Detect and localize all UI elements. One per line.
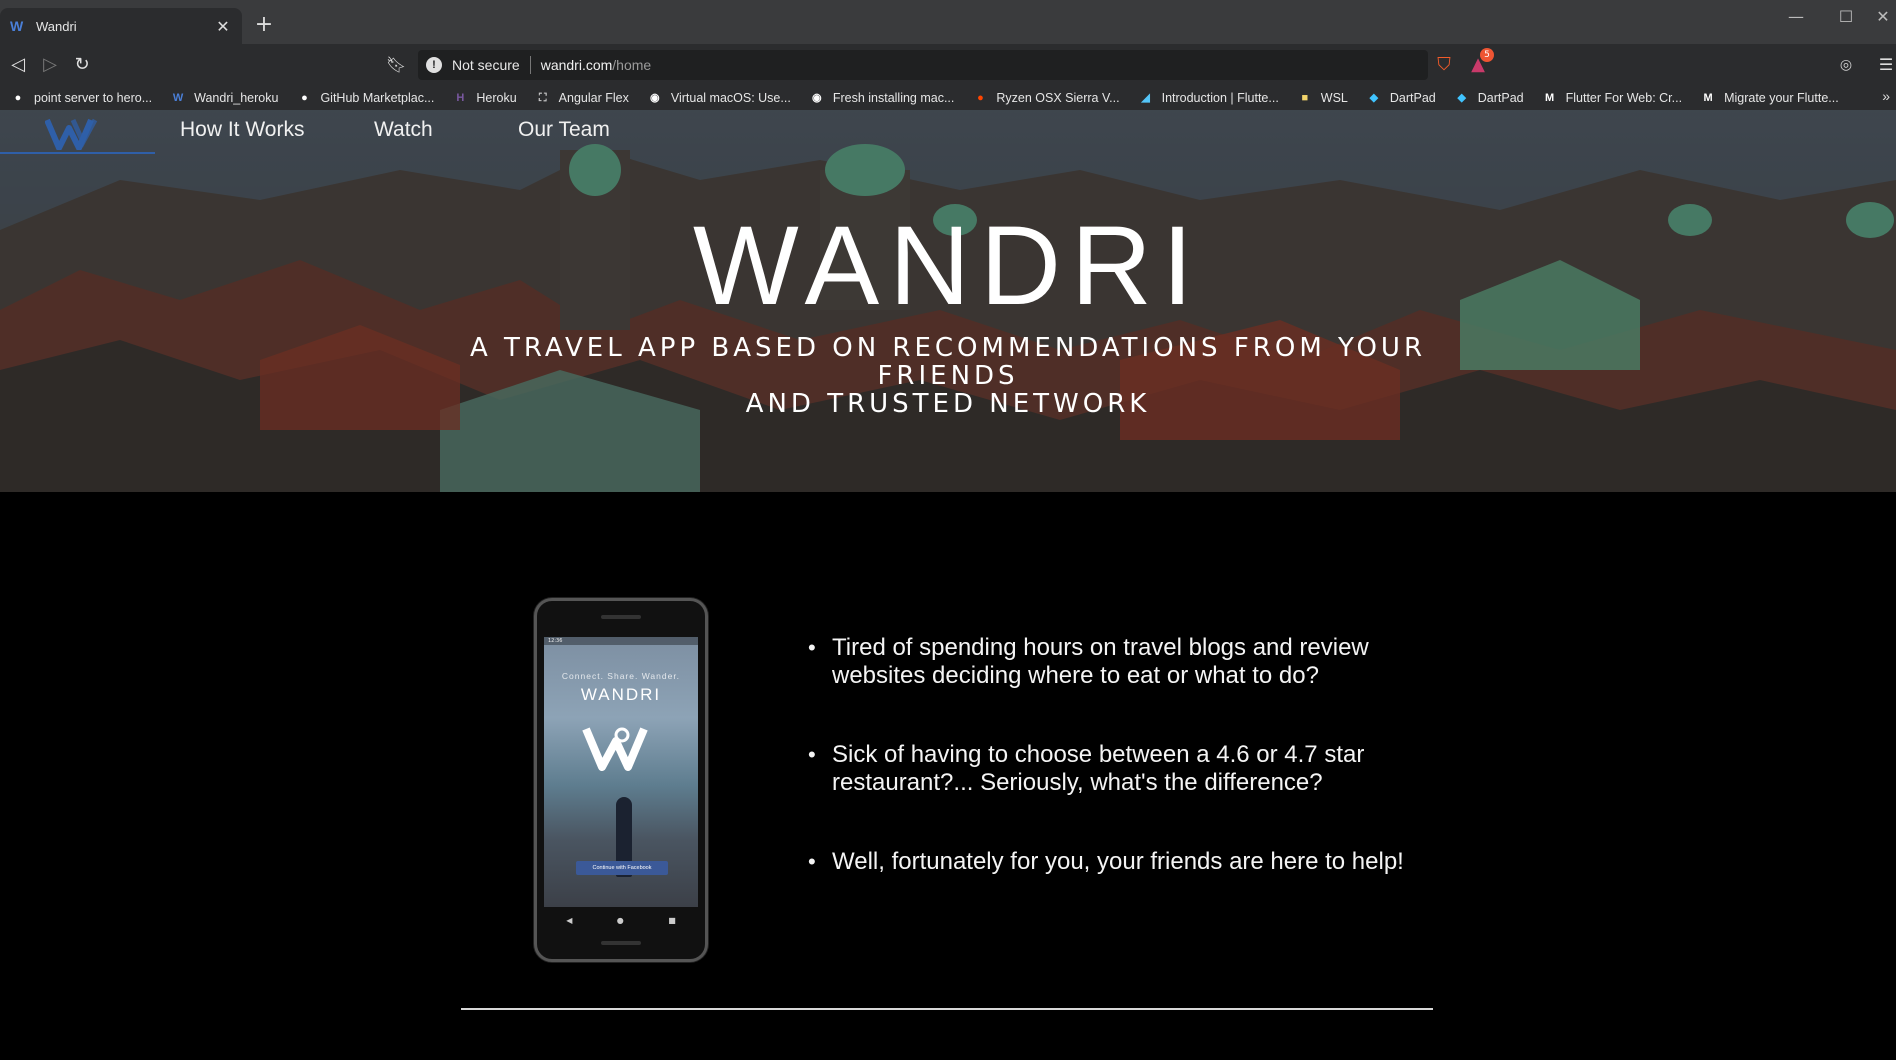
bookmark-label: Heroku — [476, 91, 517, 105]
hero-subtitle-line-2: AND TRUSTED NETWORK — [745, 389, 1151, 419]
rewards-count-badge: 5 — [1480, 48, 1494, 62]
reload-button[interactable]: ↻ — [70, 53, 94, 77]
phone-speaker — [601, 615, 641, 619]
phone-back-icon: ◀ — [566, 915, 573, 925]
nav-watch[interactable]: Watch — [374, 118, 433, 142]
bookmark-label: GitHub Marketplac... — [320, 91, 435, 105]
github-icon: ● — [301, 92, 308, 104]
nav-our-team[interactable]: Our Team — [518, 118, 610, 142]
bookmark-icon: ◉ — [812, 92, 822, 104]
bookmark-label: Angular Flex — [558, 91, 629, 105]
phone-recents-icon: ■ — [668, 915, 676, 925]
bookmark-item[interactable]: M Flutter For Web: Cr... — [1542, 90, 1682, 106]
bookmark-item[interactable]: ● point server to hero... — [10, 90, 152, 106]
reddit-icon: ● — [977, 92, 984, 104]
phone-tagline: Connect. Share. Wander. — [561, 671, 681, 681]
section-divider — [461, 1008, 1433, 1010]
phone-navbar: ◀ ● ■ — [544, 911, 698, 929]
security-label: Not secure — [452, 57, 520, 73]
bookmark-item[interactable]: ◉ Fresh installing mac... — [809, 90, 955, 106]
browser-toolbar: ◁ ▷ ↻ 🔖︎ ! Not secure wandri.com/home ⛉ … — [0, 44, 1896, 86]
close-tab-icon[interactable]: ✕ — [214, 17, 232, 36]
feature-point: Tired of spending hours on travel blogs … — [808, 634, 1448, 690]
bookmark-label: Virtual macOS: Use... — [670, 91, 791, 105]
bookmark-item[interactable]: ◉ Virtual macOS: Use... — [647, 90, 791, 106]
not-secure-info-icon[interactable]: ! — [426, 57, 442, 73]
bookmark-label: Fresh installing mac... — [832, 91, 955, 105]
bookmark-label: Ryzen OSX Sierra V... — [996, 91, 1120, 105]
folder-icon: ■ — [1301, 92, 1309, 104]
bookmark-item[interactable]: H Heroku — [452, 90, 516, 106]
bookmark-item[interactable]: ◢ Introduction | Flutte... — [1138, 90, 1279, 106]
bookmark-item[interactable]: ◆ DartPad — [1454, 90, 1524, 106]
phone-wandri-logo-icon — [582, 727, 648, 771]
bookmark-item[interactable]: ■ WSL — [1297, 90, 1348, 106]
omnibox-separator — [529, 56, 531, 74]
bookmark-label: Migrate your Flutte... — [1724, 91, 1839, 105]
phone-mockup: 12:36 Connect. Share. Wander. WANDRI Con… — [534, 598, 708, 962]
medium-icon: M — [1703, 92, 1713, 104]
bookmarks-bar: ● point server to hero... W Wandri_heroku ● G… — [0, 86, 1896, 110]
bookmark-label: Wandri_heroku — [194, 91, 279, 105]
hero-title: WANDRI — [692, 203, 1204, 328]
bookmark-label: Flutter For Web: Cr... — [1565, 91, 1683, 105]
new-tab-button[interactable]: + — [250, 12, 278, 40]
forward-button[interactable]: ▷ — [38, 53, 62, 77]
phone-facebook-button: Continue with Facebook — [576, 861, 668, 875]
wandri-icon: W — [172, 92, 184, 104]
browser-menu-icon[interactable]: ☰ — [1876, 53, 1896, 77]
github-icon: ● — [14, 92, 22, 104]
phone-brand-title: WANDRI — [580, 685, 662, 704]
url-host: wandri.com — [540, 57, 613, 73]
extension-icon[interactable]: ◎ — [1834, 53, 1858, 77]
minimize-window-button[interactable]: — — [1776, 4, 1816, 30]
more-bookmarks-icon[interactable]: » — [1882, 88, 1890, 104]
nav-how-it-works[interactable]: How It Works — [180, 118, 304, 142]
angular-flex-icon: ⛶ — [538, 92, 547, 104]
phone-home-icon: ● — [616, 915, 624, 925]
hero-subtitle-line-1: A TRAVEL APP BASED ON RECOMMENDATIONS FR… — [469, 333, 1427, 391]
site-nav: How It Works Watch Our Team — [0, 110, 1896, 156]
feature-point: Well, fortunately for you, your friends … — [808, 848, 1448, 876]
phone-status-bar: 12:36 — [544, 637, 698, 645]
logo-underline — [0, 152, 155, 154]
medium-icon: M — [1545, 92, 1555, 104]
brave-shields-icon[interactable]: ⛉ — [1432, 53, 1456, 77]
bookmark-label: WSL — [1320, 91, 1348, 105]
bookmark-icon: ◉ — [650, 92, 660, 104]
bookmark-label: DartPad — [1477, 91, 1524, 105]
dart-icon: ◆ — [1369, 92, 1379, 104]
heroku-icon: H — [456, 92, 465, 104]
bookmark-label: point server to hero... — [34, 91, 153, 105]
bookmark-label: DartPad — [1389, 91, 1436, 105]
phone-screen: 12:36 Connect. Share. Wander. WANDRI Con… — [544, 637, 698, 907]
hero-section: How It Works Watch Our Team WANDRI A TRA… — [0, 110, 1896, 492]
bookmark-item[interactable]: M Migrate your Flutte... — [1700, 90, 1839, 106]
dart-icon: ◆ — [1457, 92, 1466, 104]
browser-tab[interactable]: W Wandri ✕ — [0, 8, 242, 44]
wandri-page: How It Works Watch Our Team WANDRI A TRA… — [0, 110, 1896, 1060]
url-path: /home — [612, 57, 652, 73]
wandri-favicon-icon: W — [10, 18, 24, 34]
hero-subtitle: A TRAVEL APP BASED ON RECOMMENDATIONS FR… — [400, 334, 1496, 418]
wandri-logo-icon[interactable] — [45, 118, 107, 150]
bookmark-item[interactable]: ● GitHub Marketplac... — [296, 90, 434, 106]
back-button[interactable]: ◁ — [6, 53, 30, 77]
feature-point: Sick of having to choose between a 4.6 o… — [808, 741, 1448, 797]
tab-title: Wandri — [36, 18, 77, 34]
flutter-icon: ◢ — [1141, 92, 1150, 104]
bookmark-item[interactable]: W Wandri_heroku — [170, 90, 279, 106]
bookmark-item[interactable]: ● Ryzen OSX Sierra V... — [972, 90, 1120, 106]
maximize-window-button[interactable]: ☐ — [1826, 4, 1866, 30]
bookmark-item[interactable]: ◆ DartPad — [1366, 90, 1436, 106]
address-bar[interactable]: ! Not secure wandri.com/home — [418, 50, 1428, 80]
tab-strip: W Wandri ✕ + — ☐ ✕ — [0, 0, 1896, 44]
close-window-button[interactable]: ✕ — [1870, 4, 1896, 30]
bookmark-label: Introduction | Flutte... — [1161, 91, 1279, 105]
bookmark-page-icon[interactable]: 🔖︎ — [384, 53, 408, 77]
bookmark-item[interactable]: ⛶ Angular Flex — [535, 90, 629, 106]
feature-points: Tired of spending hours on travel blogs … — [808, 634, 1448, 927]
phone-bottom-speaker — [601, 941, 641, 945]
